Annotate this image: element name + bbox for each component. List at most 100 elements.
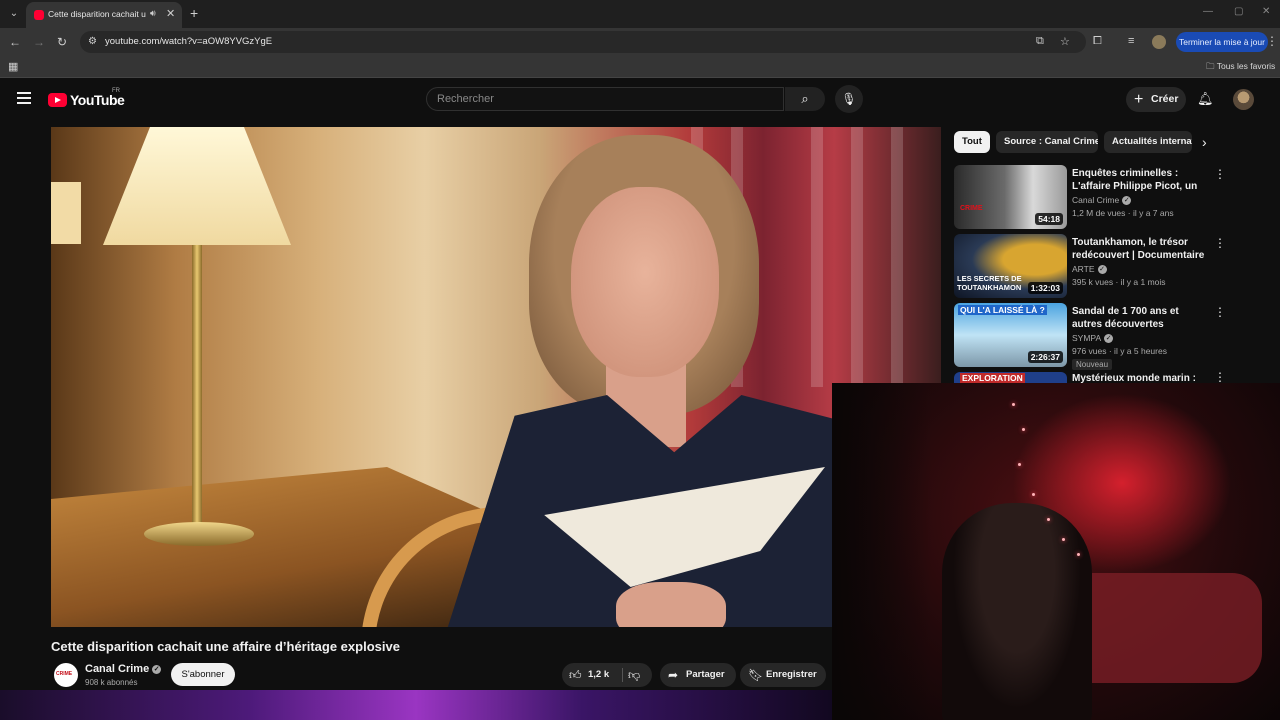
site-info-icon[interactable]: ⚙ (88, 36, 100, 48)
recommendation-thumbnail[interactable]: QUI L'A LAISSÉ LÀ ? 2:26:37 (954, 303, 1067, 367)
channel-name: ARTE (1072, 264, 1095, 274)
channel-name: Canal Crime (1072, 195, 1120, 205)
webcam-person (942, 503, 1092, 720)
tab-search-chevron-icon[interactable]: ⌄ (6, 6, 22, 22)
search-button[interactable]: ⌕ (785, 87, 825, 111)
more-actions-icon[interactable]: ⋮ (1214, 236, 1226, 250)
back-arrow-icon[interactable]: ← (9, 35, 21, 49)
thumbnail-text: CRIME (960, 205, 983, 212)
url-text[interactable]: youtube.com/watch?v=aOW8YVGzYgE (105, 36, 272, 47)
recommendation-item[interactable]: LES SECRETS DE TOUTANKHAMON 1:32:03 Tout… (954, 234, 1226, 298)
video-frame-lamp (103, 127, 291, 245)
more-actions-icon[interactable]: ⋮ (1214, 372, 1224, 383)
folder-icon: 🗀︎ (1206, 61, 1217, 71)
video-duration: 2:26:37 (1027, 351, 1063, 363)
browser-menu-icon[interactable]: ⋮ (1266, 34, 1278, 48)
recommendation-meta: 1,2 M de vues · il y a 7 ans (1072, 208, 1174, 218)
profile-avatar-icon[interactable] (1152, 35, 1166, 49)
create-button[interactable]: + Créer (1126, 87, 1186, 112)
search-input[interactable]: Rechercher (426, 87, 784, 111)
thumbs-up-icon[interactable]: 👍︎ (569, 668, 582, 683)
all-bookmarks-link[interactable]: 🗀︎ Tous les favoris (1206, 61, 1275, 75)
verified-check-icon: ✓ (1097, 265, 1107, 275)
tab-title: Cette disparition cachait une affaire d'… (48, 9, 146, 19)
bookmark-star-icon[interactable]: ☆ (1060, 35, 1070, 48)
tab-audio-icon[interactable]: 🔊︎ (150, 8, 156, 19)
subscriber-count: 908 k abonnés (85, 678, 138, 687)
like-dislike-group: 👍︎ 1,2 k 👎︎ (562, 663, 652, 687)
close-window-icon[interactable]: ✕ (1262, 6, 1270, 17)
thumbnail-text: EXPLORATION (960, 373, 1025, 383)
create-label: Créer (1151, 93, 1179, 105)
channel-name: Canal Crime (85, 663, 150, 675)
recommendation-item[interactable]: CRIME 54:18 Enquêtes criminelles : L'aff… (954, 165, 1226, 229)
all-bookmarks-label: Tous les favoris (1216, 61, 1276, 71)
verified-check-icon: ✓ (1122, 196, 1132, 206)
voice-search-button[interactable]: 🎙︎ (835, 85, 863, 113)
account-avatar[interactable] (1233, 89, 1254, 110)
thumbnail-text: LES SECRETS DE TOUTANKHAMON (957, 274, 1022, 292)
related-filter-chips: Tout Source : Canal Crime Actualités int… (954, 131, 1224, 153)
reload-icon[interactable]: ↻ (57, 35, 67, 49)
channel-name-link[interactable]: Canal Crime ✓ (85, 663, 162, 675)
like-count[interactable]: 1,2 k (588, 669, 609, 680)
guide-menu-icon[interactable] (17, 92, 31, 107)
more-actions-icon[interactable]: ⋮ (1214, 167, 1226, 181)
save-label: Enregistrer (766, 669, 817, 680)
recommendation-title[interactable]: Enquêtes criminelles : L'affaire Philipp… (1072, 167, 1210, 193)
install-app-icon[interactable]: ⧉ (1036, 35, 1044, 48)
tab-close-icon[interactable]: ✕ (166, 7, 175, 20)
recommendation-title[interactable]: Mystérieux monde marin : (1072, 372, 1210, 383)
video-title: Cette disparition cachait une affaire d’… (51, 639, 400, 654)
recommendation-channel[interactable]: SYMPA ✓ (1072, 333, 1114, 344)
video-player[interactable] (51, 127, 941, 627)
chip-all[interactable]: Tout (954, 131, 990, 153)
new-tab-icon[interactable]: + (190, 5, 198, 21)
plus-icon: + (1134, 91, 1144, 108)
youtube-play-icon (48, 93, 67, 107)
recommendation-item[interactable]: QUI L'A LAISSÉ LÀ ? 2:26:37 Sandal de 1 … (954, 303, 1226, 370)
thumbnail-text: QUI L'A LAISSÉ LÀ ? (958, 305, 1047, 315)
media-controls-icon[interactable]: ≡ (1128, 35, 1134, 47)
recommendation-title[interactable]: Toutankhamon, le trésor redécouvert | Do… (1072, 236, 1210, 262)
recommendation-item[interactable]: EXPLORATION Mystérieux monde marin : ⋮ (954, 372, 1224, 383)
chips-next-chevron-icon[interactable]: › (1202, 134, 1207, 150)
address-bar[interactable]: ⚙ youtube.com/watch?v=aOW8YVGzYgE ⧉ ☆ (80, 31, 1086, 53)
chip-source-channel[interactable]: Source : Canal Crime (996, 131, 1098, 153)
share-button[interactable]: ➦ Partager (660, 663, 736, 687)
new-badge: Nouveau (1072, 359, 1113, 370)
microphone-icon: 🎙︎ (841, 92, 857, 106)
minimize-window-icon[interactable]: — (1203, 6, 1213, 17)
more-actions-icon[interactable]: ⋮ (1214, 305, 1226, 319)
notifications-bell-icon[interactable]: 🔔︎ (1197, 91, 1214, 107)
bookmarks-bar: ▦ 🗀︎ Tous les favoris (0, 56, 1280, 78)
youtube-logo-text: YouTube (70, 92, 125, 108)
verified-check-icon: ✓ (1104, 334, 1114, 344)
extensions-icon[interactable]: ⧠ (1093, 35, 1102, 48)
chip-international-news[interactable]: Actualités internationales (1104, 131, 1192, 153)
description-preview-area (0, 690, 832, 720)
browser-tab-active[interactable]: Cette disparition cachait une affaire d'… (26, 2, 182, 28)
apps-grid-icon[interactable]: ▦ (8, 60, 18, 73)
maximize-window-icon[interactable]: ▢ (1234, 6, 1243, 17)
share-arrow-icon: ➦ (668, 668, 679, 682)
forward-arrow-icon[interactable]: → (33, 35, 45, 49)
recommendation-channel[interactable]: Canal Crime ✓ (1072, 195, 1132, 206)
save-button[interactable]: 🔖︎ Enregistrer (740, 663, 826, 687)
update-button[interactable]: Terminer la mise à jour (1176, 32, 1268, 52)
thumbs-down-icon[interactable]: 👎︎ (628, 668, 640, 683)
verified-check-icon: ✓ (152, 664, 162, 674)
recommendation-channel[interactable]: ARTE ✓ (1072, 264, 1107, 275)
video-duration: 54:18 (1035, 213, 1063, 225)
recommendation-thumbnail[interactable]: EXPLORATION (954, 372, 1067, 383)
search-placeholder: Rechercher (437, 93, 494, 105)
recommendation-title[interactable]: Sandal de 1 700 ans et autres découverte… (1072, 305, 1210, 331)
channel-avatar[interactable] (54, 663, 78, 687)
subscribe-button[interactable]: S'abonner (171, 663, 235, 686)
channel-name: SYMPA (1072, 333, 1102, 343)
recommendation-thumbnail[interactable]: LES SECRETS DE TOUTANKHAMON 1:32:03 (954, 234, 1067, 298)
browser-tab-strip: ⌄ Cette disparition cachait une affaire … (0, 0, 1280, 28)
video-frame-lamp-left (51, 182, 81, 244)
recommendation-thumbnail[interactable]: CRIME 54:18 (954, 165, 1067, 229)
browser-toolbar: ← → ↻ ⚙ youtube.com/watch?v=aOW8YVGzYgE … (0, 28, 1280, 56)
